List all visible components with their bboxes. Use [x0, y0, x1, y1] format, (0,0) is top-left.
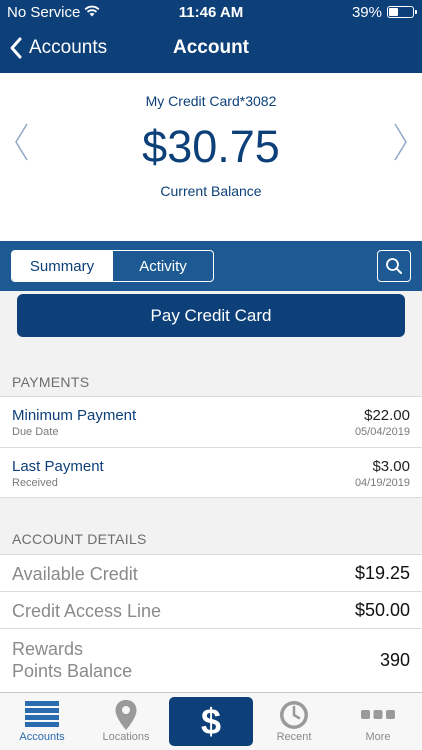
tab-label: Locations [102, 731, 150, 743]
row-sublabel: Received [12, 477, 58, 489]
row-date: 04/19/2019 [354, 477, 410, 489]
battery-percent: 39% [351, 4, 382, 21]
account-details-heading: ACCOUNT DETAILS [12, 531, 147, 547]
search-button[interactable] [377, 250, 411, 282]
battery-icon [387, 6, 417, 18]
detail-label: Available Credit [12, 564, 138, 584]
segmented-control: Summary Activity [11, 250, 214, 282]
balance-label: Current Balance [160, 183, 262, 199]
account-screen: No Service 11:46 AM 39% Accounts Account [0, 0, 422, 750]
nav-row: Accounts Account [0, 24, 422, 73]
detail-label: Points Balance [12, 661, 133, 681]
account-header: My Credit Card*3082 $30.75 Current Balan… [0, 73, 422, 241]
tab-summary[interactable]: Summary [12, 251, 112, 281]
page-title: Account [173, 37, 249, 58]
detail-value: $19.25 [354, 563, 410, 583]
search-icon [386, 258, 402, 274]
detail-value: 390 [379, 650, 410, 670]
tab-bar: Summary Activity [0, 241, 422, 291]
credit-access-line-row: Credit Access Line $50.00 [0, 591, 422, 628]
tab-label: More [365, 731, 391, 743]
top-bar: No Service 11:46 AM 39% Accounts Account [0, 0, 422, 73]
minimum-payment-row[interactable]: Minimum Payment Due Date $22.00 05/04/20… [0, 396, 422, 447]
last-payment-row[interactable]: Last Payment Received $3.00 04/19/2019 [0, 447, 422, 498]
status-bar: No Service 11:46 AM 39% [0, 0, 422, 24]
account-name: My Credit Card*3082 [145, 93, 277, 109]
current-balance: $30.75 [142, 121, 280, 172]
tab-activity[interactable]: Activity [112, 251, 213, 281]
tab-locations[interactable]: Locations [84, 693, 168, 750]
more-dots-icon [361, 710, 395, 719]
row-amount: $22.00 [364, 407, 410, 424]
row-label: Minimum Payment [12, 407, 137, 424]
row-label: Last Payment [12, 458, 104, 475]
tab-recent[interactable]: Recent [252, 693, 336, 750]
row-date: 05/04/2019 [354, 426, 410, 438]
rewards-points-row: Rewards Points Balance 390 [0, 628, 422, 692]
detail-value: $50.00 [354, 600, 410, 620]
clock-icon [280, 701, 308, 729]
row-amount: $3.00 [372, 458, 410, 475]
location-pin-icon [115, 700, 137, 730]
detail-label: Credit Access Line [12, 601, 162, 621]
tab-label: Recent [276, 731, 312, 743]
chevron-right-icon[interactable] [392, 121, 410, 163]
tab-label: Accounts [19, 731, 65, 743]
list-icon [25, 701, 59, 727]
row-sublabel: Due Date [12, 426, 59, 438]
tab-accounts[interactable]: Accounts [0, 693, 84, 750]
pay-credit-card-button[interactable]: Pay Credit Card [17, 294, 405, 337]
available-credit-row: Available Credit $19.25 [0, 554, 422, 591]
tab-more[interactable]: More [336, 693, 420, 750]
dollar-icon[interactable]: $ [169, 697, 253, 746]
payments-heading: PAYMENTS [12, 374, 90, 390]
detail-label: Rewards [12, 639, 84, 659]
